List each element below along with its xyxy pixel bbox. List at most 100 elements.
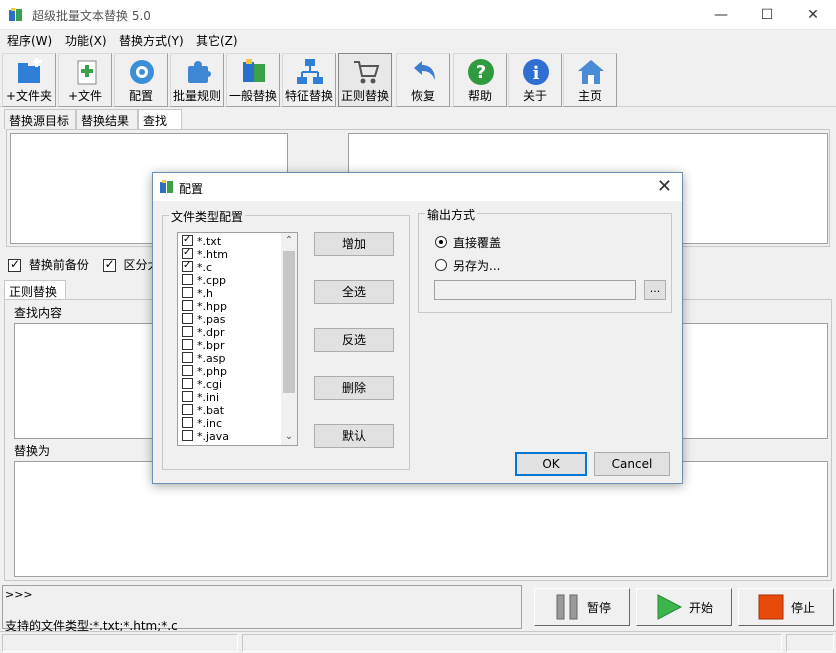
add-file-icon [77,60,97,85]
tab-replace-result[interactable]: 替换结果 [76,109,138,129]
menu-bar: 程序(W) 功能(X) 替换方式(Y) 其它(Z) [0,30,836,50]
case-checkbox[interactable] [102,257,116,272]
filetype-item[interactable]: *.bpr [182,339,224,352]
batch-rules-button[interactable]: 批量规则 [170,53,224,107]
maximize-button[interactable]: ☐ [744,0,790,30]
scroll-up-icon[interactable]: ⌃ [281,233,297,249]
tab-regex-replace[interactable]: 正则替换 [4,280,66,300]
default-button[interactable]: 默认 [314,424,394,448]
undo-icon [414,61,435,80]
add-button[interactable]: 增加 [314,232,394,256]
filetype-checkbox[interactable] [182,378,193,389]
overwrite-option[interactable]: 直接覆盖 [435,234,501,251]
menu-replace-mode[interactable]: 替换方式(Y) [119,32,184,49]
filetype-label: *.php [197,365,227,378]
replace-icon [243,59,265,82]
config-button[interactable]: 配置 [114,53,168,107]
overwrite-radio[interactable] [435,236,447,248]
browse-button[interactable]: ... [644,280,666,300]
minimize-button[interactable]: — [698,0,744,30]
feature-replace-button[interactable]: 特征替换 [282,53,336,107]
filetype-checkbox[interactable] [182,404,193,415]
start-button[interactable]: 开始 [636,588,732,626]
status-bar [0,631,836,653]
filetype-list[interactable]: *.txt*.htm*.c*.cpp*.h*.hpp*.pas*.dpr*.bp… [177,232,298,446]
about-button[interactable]: i 关于 [508,53,562,107]
tab-source-target[interactable]: 替换源目标 [4,109,76,129]
filetype-item[interactable]: *.inc [182,417,222,430]
filetype-checkbox[interactable] [182,313,193,324]
stop-button[interactable]: 停止 [738,588,834,626]
home-button[interactable]: 主页 [563,53,617,107]
filetype-checkbox[interactable] [182,417,193,428]
select-all-button[interactable]: 全选 [314,280,394,304]
filetype-scrollbar[interactable]: ⌃ ⌄ [281,233,297,445]
menu-program[interactable]: 程序(W) [7,32,52,49]
tab-find[interactable]: 查找 [138,109,182,129]
status-cell [242,634,782,652]
saveas-radio[interactable] [435,259,447,271]
filetype-checkbox[interactable] [182,259,193,272]
scroll-thumb[interactable] [283,251,295,393]
app-icon [9,8,22,21]
close-button[interactable]: ✕ [790,0,836,30]
filetype-item[interactable]: *.h [182,287,213,300]
filetype-label: *.java [197,430,230,443]
filetype-item[interactable]: *.php [182,365,227,378]
title-bar: 超级批量文本替换 5.0 — ☐ ✕ [0,0,836,30]
filetype-item[interactable]: *.cpp [182,274,226,287]
window-title: 超级批量文本替换 5.0 [32,9,151,23]
filetype-item[interactable]: *.pas [182,313,225,326]
filetype-checkbox[interactable] [182,246,193,259]
filetype-checkbox[interactable] [182,233,193,246]
filetype-item[interactable]: *.java [182,430,229,443]
regex-replace-button[interactable]: 正则替换 [338,53,392,107]
cart-icon [354,61,380,84]
help-button[interactable]: ? 帮助 [453,53,507,107]
toolbar-label: +文件夹 [5,89,53,103]
status-cell [2,634,238,652]
dialog-close-button[interactable]: ✕ [657,176,672,197]
filetype-checkbox[interactable] [182,300,193,311]
toolbar-label: 特征替换 [284,89,333,103]
saveas-path-input[interactable] [434,280,636,300]
filetype-checkbox[interactable] [182,287,193,298]
filetype-label: *.bat [197,404,225,417]
ok-button[interactable]: OK [515,452,587,476]
filetype-checkbox[interactable] [182,274,193,285]
overwrite-label: 直接覆盖 [453,236,502,250]
toolbar-label: 关于 [522,89,547,103]
network-icon [297,59,323,84]
stop-label: 停止 [790,600,815,615]
add-file-button[interactable]: +文件 [58,53,112,107]
invert-button[interactable]: 反选 [314,328,394,352]
filetype-checkbox[interactable] [182,352,193,363]
menu-other[interactable]: 其它(Z) [196,32,238,49]
add-folder-button[interactable]: +文件夹 [2,53,56,107]
filetype-item[interactable]: *.c [182,259,212,274]
scroll-down-icon[interactable]: ⌄ [281,429,297,445]
filetype-checkbox[interactable] [182,339,193,350]
filetype-checkbox[interactable] [182,326,193,337]
normal-replace-button[interactable]: 一般替换 [226,53,280,107]
filetype-item[interactable]: *.hpp [182,300,227,313]
app-icon [160,180,173,193]
filetype-item[interactable]: *.cgi [182,378,222,391]
filetype-item[interactable]: *.dpr [182,326,224,339]
filetype-checkbox[interactable] [182,391,193,402]
filetype-label: *.dpr [197,326,225,339]
filetype-checkbox[interactable] [182,365,193,376]
home-icon [578,60,604,84]
pause-button[interactable]: 暂停 [534,588,630,626]
restore-button[interactable]: 恢复 [396,53,450,107]
menu-function[interactable]: 功能(X) [65,32,107,49]
filetype-item[interactable]: *.ini [182,391,219,404]
filetype-item[interactable]: *.asp [182,352,225,365]
delete-button[interactable]: 删除 [314,376,394,400]
filetype-label: *.inc [197,417,223,430]
filetype-checkbox[interactable] [182,430,193,441]
cancel-button[interactable]: Cancel [594,452,670,476]
filetype-item[interactable]: *.bat [182,404,224,417]
backup-checkbox[interactable] [8,257,21,272]
saveas-option[interactable]: 另存为... [435,257,500,274]
